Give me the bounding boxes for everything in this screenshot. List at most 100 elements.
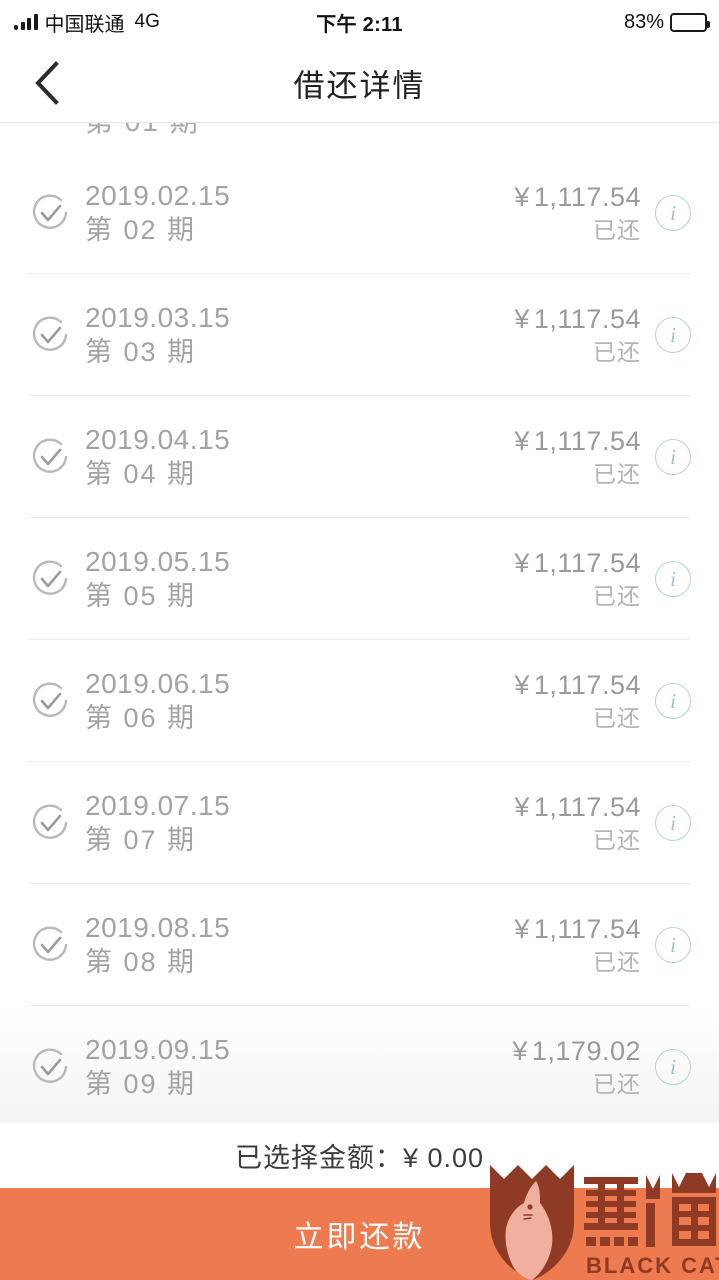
check-circle-icon[interactable] (28, 679, 72, 723)
installment-amount-value: 1,117.54 (533, 670, 641, 700)
installment-row-main: 2019.06.15 第 06 期 (85, 670, 514, 732)
selected-amount-bar: 已选择金额：¥ 0.00 (0, 1123, 719, 1188)
installment-date: 2019.06.15 (85, 668, 231, 699)
info-icon-glyph: i (670, 810, 676, 835)
installment-date: 2019.09.15 (85, 1034, 231, 1065)
repay-now-button[interactable]: 立即还款 (0, 1188, 719, 1280)
info-circle-icon[interactable]: i (655, 805, 691, 841)
info-icon-glyph: i (670, 200, 676, 225)
installment-list[interactable]: 第 01 期 2019.02.15第 02 期¥1,117.54已还i2019.… (0, 123, 719, 1123)
installment-row[interactable]: 2019.03.15 第 03 期 ¥1,117.54 已还 i (0, 274, 719, 396)
installment-term: 第 02 期 (85, 215, 197, 245)
installment-term: 第 07 期 (85, 825, 197, 855)
info-circle-icon[interactable]: i (655, 561, 691, 597)
installment-status: 已还 (593, 705, 641, 731)
installment-row-main: 2019.05.15 第 05 期 (85, 548, 514, 610)
installment-row-right: ¥1,117.54 已还 (514, 306, 641, 364)
info-circle-icon[interactable]: i (655, 317, 691, 353)
info-circle-icon[interactable]: i (655, 195, 691, 231)
info-icon-glyph: i (670, 932, 676, 957)
navigation-bar: 借还详情 (0, 44, 719, 123)
installment-status: 已还 (593, 949, 641, 975)
status-bar: 中国联通 4G 下午 2:11 83% (0, 0, 719, 44)
info-circle-icon[interactable]: i (655, 439, 691, 475)
currency-symbol: ¥ (514, 670, 530, 700)
battery-percent-label: 83% (623, 10, 664, 33)
check-circle-icon[interactable] (28, 557, 72, 601)
currency-symbol: ¥ (514, 792, 530, 822)
installment-amount-value: 1,179.02 (531, 1036, 641, 1066)
installment-row-right: ¥1,117.54 已还 (514, 550, 641, 608)
check-circle-icon[interactable] (28, 801, 72, 845)
installment-status: 已还 (593, 1071, 641, 1097)
installment-amount: ¥1,117.54 (514, 306, 641, 333)
installment-status: 已还 (593, 827, 641, 853)
installment-row-right: ¥1,117.54 已还 (514, 184, 641, 242)
installment-row[interactable]: 2019.06.15 第 06 期 ¥1,117.54 已还 i (0, 640, 719, 762)
installment-term: 第 05 期 (85, 581, 197, 611)
installment-status: 已还 (593, 217, 641, 243)
installment-row-right: ¥1,117.54 已还 (514, 916, 641, 974)
check-circle-icon[interactable] (28, 923, 72, 967)
info-icon-glyph: i (670, 1054, 676, 1079)
check-circle-icon[interactable] (28, 1045, 72, 1089)
installment-row-main: 2019.08.15 第 08 期 (85, 914, 514, 976)
currency-symbol: ¥ (512, 1036, 528, 1066)
installment-row-right: ¥1,117.54 已还 (514, 794, 641, 852)
info-icon-glyph: i (670, 322, 676, 347)
installment-row[interactable]: 2019.08.15 第 08 期 ¥1,117.54 已还 i (0, 884, 719, 1006)
installment-amount-value: 1,117.54 (533, 426, 641, 456)
info-circle-icon[interactable]: i (655, 683, 691, 719)
battery-icon (670, 12, 710, 32)
installment-amount: ¥1,117.54 (514, 794, 641, 821)
installment-amount: ¥1,117.54 (514, 550, 641, 577)
installment-date: 2019.05.15 (85, 546, 231, 577)
installment-row[interactable]: 2019.04.15 第 04 期 ¥1,117.54 已还 i (0, 396, 719, 518)
installment-row[interactable]: 2019.05.15 第 05 期 ¥1,117.54 已还 i (0, 518, 719, 640)
check-circle-icon[interactable] (28, 435, 72, 479)
installment-row-right: ¥1,117.54 已还 (514, 672, 641, 730)
info-circle-icon[interactable]: i (655, 1049, 691, 1085)
installment-row-main: 2019.02.15 第 02 期 (85, 182, 514, 244)
info-icon-glyph: i (670, 688, 676, 713)
check-circle-icon[interactable] (28, 313, 72, 357)
installment-amount: ¥1,117.54 (514, 916, 641, 943)
installment-status: 已还 (593, 339, 641, 365)
clipped-row-above: 第 01 期 (0, 123, 719, 152)
installment-row-main: 2019.04.15 第 04 期 (85, 426, 514, 488)
info-icon-glyph: i (670, 444, 676, 469)
currency-symbol: ¥ (514, 426, 530, 456)
installment-status: 已还 (593, 583, 641, 609)
selected-amount-label: 已选择金额：¥ 0.00 (234, 1143, 485, 1173)
installment-term: 第 09 期 (85, 1069, 197, 1099)
installment-date: 2019.08.15 (85, 912, 231, 943)
installment-row[interactable]: 2019.02.15 第 02 期 ¥1,117.54 已还 i (0, 152, 719, 274)
installment-amount-value: 1,117.54 (533, 548, 641, 578)
installment-term: 第 08 期 (85, 947, 197, 977)
installment-term: 第 04 期 (85, 459, 197, 489)
info-icon-glyph: i (670, 566, 676, 591)
check-circle-icon[interactable] (28, 191, 72, 235)
installment-row-main: 2019.03.15 第 03 期 (85, 304, 514, 366)
installment-amount-value: 1,117.54 (533, 914, 641, 944)
currency-symbol: ¥ (514, 182, 530, 212)
app-screen: 中国联通 4G 下午 2:11 83% 借还详情 第 01 期 2019.02.… (0, 0, 719, 1280)
installment-date: 2019.04.15 (85, 424, 231, 455)
installment-amount: ¥1,117.54 (514, 428, 641, 455)
installment-row-right: ¥1,117.54 已还 (514, 428, 641, 486)
installment-date: 2019.07.15 (85, 790, 231, 821)
installment-amount: ¥1,179.02 (512, 1038, 641, 1065)
installment-row[interactable]: 2019.09.15 第 09 期 ¥1,179.02 已还 i (0, 1006, 719, 1123)
installment-date: 2019.02.15 (85, 180, 231, 211)
installment-row-main: 2019.09.15 第 09 期 (85, 1036, 512, 1098)
installment-amount-value: 1,117.54 (533, 792, 641, 822)
clipped-row-term: 第 01 期 (85, 123, 200, 140)
status-bar-right: 83% (623, 10, 710, 34)
installment-term: 第 03 期 (85, 337, 197, 367)
installment-amount-value: 1,117.54 (533, 182, 641, 212)
installment-term: 第 06 期 (85, 703, 197, 733)
installment-row-main: 2019.07.15 第 07 期 (85, 792, 514, 854)
info-circle-icon[interactable]: i (655, 927, 691, 963)
installment-row[interactable]: 2019.07.15 第 07 期 ¥1,117.54 已还 i (0, 762, 719, 884)
installment-amount: ¥1,117.54 (514, 184, 641, 211)
